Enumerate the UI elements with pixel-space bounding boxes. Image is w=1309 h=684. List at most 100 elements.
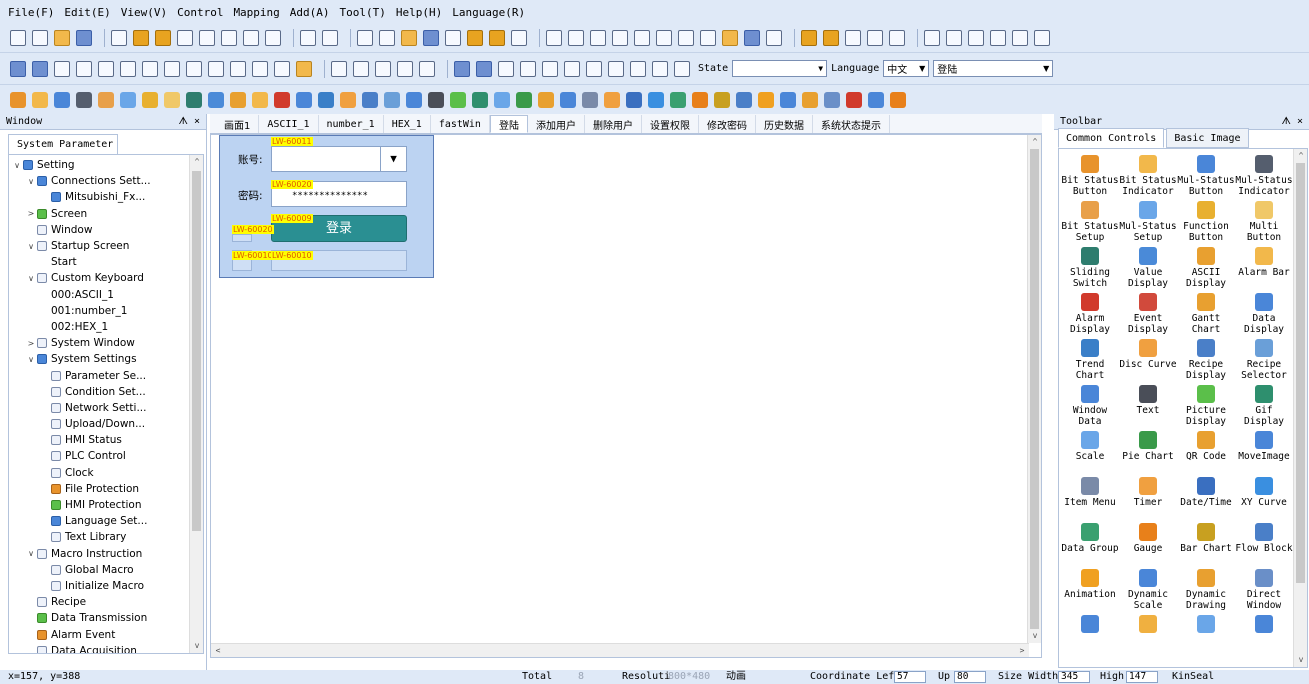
tool-icon[interactable] (678, 30, 694, 46)
tool-icon[interactable] (946, 30, 962, 46)
tool-icon[interactable] (199, 30, 215, 46)
control-shortcut-icon[interactable] (428, 91, 444, 108)
tool-icon[interactable] (1012, 30, 1028, 46)
draw-icon[interactable] (331, 60, 347, 77)
tab-screen[interactable]: 添加用户 (528, 115, 585, 133)
control-shortcut-icon[interactable] (868, 91, 884, 108)
control-item[interactable]: XY Curve (1235, 473, 1293, 519)
tab-screen[interactable]: 画面1 (216, 115, 260, 133)
scroll-right-icon[interactable]: > (1015, 644, 1029, 658)
panel-close-icon[interactable]: ᗑ × (1282, 116, 1303, 127)
control-item[interactable]: Disc Curve (1119, 335, 1177, 381)
control-item[interactable]: Gif Display (1235, 381, 1293, 427)
control-item[interactable]: Gantt Chart (1177, 289, 1235, 335)
tree-item[interactable]: Clock (11, 465, 189, 481)
tool-icon[interactable] (467, 30, 483, 46)
tree-item[interactable]: Condition Set... (11, 384, 189, 400)
language-select[interactable]: 中文 ▼ (883, 60, 930, 77)
control-shortcut-icon[interactable] (164, 91, 180, 108)
chevron-down-icon[interactable]: ∨ (25, 355, 37, 364)
tab-screen[interactable]: number_1 (319, 115, 384, 133)
control-item[interactable]: QR Code (1177, 427, 1235, 473)
draw-icon[interactable] (296, 60, 312, 77)
draw-icon[interactable] (564, 60, 580, 77)
tree-item[interactable]: ∨ Startup Screen (11, 238, 189, 254)
tab-screen[interactable]: 设置权限 (642, 115, 699, 133)
draw-icon[interactable] (520, 60, 536, 77)
tab-system-parameter[interactable]: System Parameter (8, 134, 118, 154)
control-item[interactable]: Dynamic Drawing (1177, 565, 1235, 611)
draw-icon[interactable] (542, 60, 558, 77)
draw-icon[interactable] (10, 60, 26, 77)
scroll-down-icon[interactable]: v (1294, 653, 1307, 667)
tab-screen[interactable]: ASCII_1 (259, 115, 319, 133)
tool-icon[interactable] (634, 30, 650, 46)
tree-item[interactable]: Recipe (11, 594, 189, 610)
tool-icon[interactable] (889, 30, 905, 46)
chevron-down-icon[interactable]: ∨ (25, 549, 37, 558)
draw-icon[interactable] (419, 60, 435, 77)
control-item[interactable]: Date/Time (1177, 473, 1235, 519)
control-shortcut-icon[interactable] (186, 91, 202, 108)
control-item[interactable]: MoveImage (1235, 427, 1293, 473)
draw-icon[interactable] (98, 60, 114, 77)
tool-icon[interactable] (489, 30, 505, 46)
tree-item[interactable]: Start (11, 254, 189, 270)
chevron-right-icon[interactable]: > (25, 209, 37, 218)
draw-icon[interactable] (164, 60, 180, 77)
tool-icon[interactable] (357, 30, 373, 46)
tool-icon[interactable] (801, 30, 817, 46)
tree-item[interactable]: Language Set... (11, 513, 189, 529)
menu-item[interactable]: Add(A) (290, 6, 330, 19)
high-field[interactable]: 147 (1126, 671, 1158, 683)
hidden-object[interactable] (232, 234, 252, 242)
draw-icon[interactable] (353, 60, 369, 77)
control-shortcut-icon[interactable] (230, 91, 246, 108)
draw-icon[interactable] (230, 60, 246, 77)
control-item[interactable]: Bit Status Indicator (1119, 151, 1177, 197)
control-shortcut-icon[interactable] (560, 91, 576, 108)
control-shortcut-icon[interactable] (538, 91, 554, 108)
tree-item[interactable]: ∨ Macro Instruction (11, 546, 189, 562)
control-shortcut-icon[interactable] (714, 91, 730, 108)
draw-icon[interactable] (586, 60, 602, 77)
control-shortcut-icon[interactable] (384, 91, 400, 108)
tool-icon[interactable] (111, 30, 127, 46)
tool-icon[interactable] (322, 30, 338, 46)
tool-icon[interactable] (379, 30, 395, 46)
control-shortcut-icon[interactable] (54, 91, 70, 108)
draw-icon[interactable] (652, 60, 668, 77)
chevron-down-icon[interactable]: ∨ (25, 274, 37, 283)
tab-screen[interactable]: 删除用户 (585, 115, 642, 133)
tree-item[interactable]: Window (11, 222, 189, 238)
draw-icon[interactable] (630, 60, 646, 77)
draw-icon[interactable] (120, 60, 136, 77)
control-item[interactable]: Direct Window (1235, 565, 1293, 611)
tree-item[interactable]: Data Transmission (11, 610, 189, 626)
control-item[interactable]: Recipe Display (1177, 335, 1235, 381)
tool-icon[interactable] (221, 30, 237, 46)
tree-item[interactable]: HMI Status (11, 432, 189, 448)
tool-icon[interactable] (155, 30, 171, 46)
control-shortcut-icon[interactable] (318, 91, 334, 108)
tree-item[interactable]: Parameter Se... (11, 367, 189, 383)
control-item[interactable]: Window Data Transfer (1061, 381, 1119, 427)
chevron-down-icon[interactable]: ∨ (11, 161, 23, 170)
control-item[interactable]: Gauge (1119, 519, 1177, 565)
control-shortcut-icon[interactable] (362, 91, 378, 108)
control-shortcut-icon[interactable] (494, 91, 510, 108)
control-item[interactable]: Data Group (1061, 519, 1119, 565)
tool-icon[interactable] (867, 30, 883, 46)
tool-icon[interactable] (423, 30, 439, 46)
tool-icon[interactable] (546, 30, 562, 46)
tool-icon[interactable] (10, 30, 26, 46)
control-shortcut-icon[interactable] (32, 91, 48, 108)
control-item[interactable]: Data Display (1235, 289, 1293, 335)
scroll-up-icon[interactable]: ^ (190, 155, 203, 169)
control-shortcut-icon[interactable] (582, 91, 598, 108)
draw-icon[interactable] (186, 60, 202, 77)
tool-icon[interactable] (401, 30, 417, 46)
tree-item[interactable]: Mitsubishi_Fx... (11, 189, 189, 205)
scroll-up-icon[interactable]: ^ (1028, 135, 1042, 149)
control-shortcut-icon[interactable] (252, 91, 268, 108)
